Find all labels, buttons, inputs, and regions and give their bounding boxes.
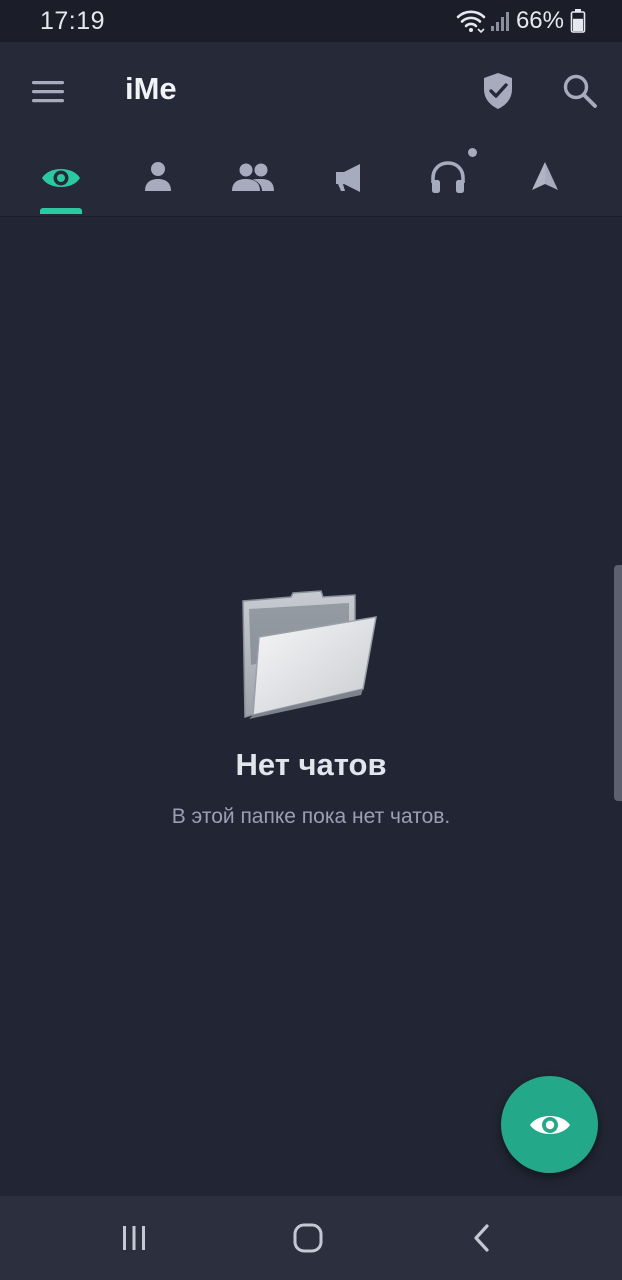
triangle-icon	[532, 162, 558, 190]
security-button[interactable]	[478, 70, 518, 112]
empty-state: Нет чатов В этой папке пока нет чатов.	[0, 585, 622, 828]
status-icons: 66%	[456, 6, 586, 36]
tab-all[interactable]	[17, 138, 105, 216]
eye-icon	[529, 1115, 570, 1134]
back-icon	[474, 1224, 489, 1252]
person-icon	[145, 162, 171, 191]
battery-percent: 66%	[515, 7, 564, 34]
megaphone-icon	[336, 164, 360, 192]
unread-dot	[468, 148, 477, 157]
shield-check-icon	[484, 73, 512, 109]
group-icon	[232, 163, 274, 191]
wifi-icon	[456, 8, 486, 34]
app-bar: iMe	[0, 42, 622, 138]
tab-channels[interactable]	[306, 138, 394, 216]
empty-state-title: Нет чатов	[235, 747, 387, 782]
folder-tabs	[0, 138, 622, 217]
headphones-icon	[431, 161, 465, 193]
status-time: 17:19	[40, 7, 106, 35]
eye-icon	[42, 169, 80, 187]
cellular-signal-icon	[490, 9, 510, 33]
battery-icon	[570, 8, 586, 34]
recent-apps-icon	[123, 1226, 145, 1250]
home-button[interactable]	[286, 1218, 330, 1258]
tab-navigation[interactable]	[501, 138, 589, 216]
floating-action-button[interactable]	[501, 1076, 598, 1173]
recent-apps-button[interactable]	[112, 1218, 156, 1258]
menu-button[interactable]	[28, 72, 68, 112]
search-icon	[563, 74, 597, 108]
system-navigation-bar	[0, 1196, 622, 1280]
tab-bots[interactable]	[404, 138, 492, 216]
tab-personal[interactable]	[114, 138, 202, 216]
home-icon	[293, 1223, 323, 1253]
tab-groups[interactable]	[209, 138, 297, 216]
hamburger-menu-icon	[32, 81, 64, 103]
empty-state-subtitle: В этой папке пока нет чатов.	[171, 805, 451, 828]
search-button[interactable]	[559, 70, 601, 112]
back-button[interactable]	[460, 1218, 504, 1258]
open-folder-icon	[242, 590, 377, 719]
selected-tab-indicator	[40, 208, 82, 214]
fast-scroll-handle[interactable]	[614, 565, 622, 801]
app-title: iMe	[125, 71, 177, 106]
status-bar: 17:19 66%	[0, 0, 622, 42]
